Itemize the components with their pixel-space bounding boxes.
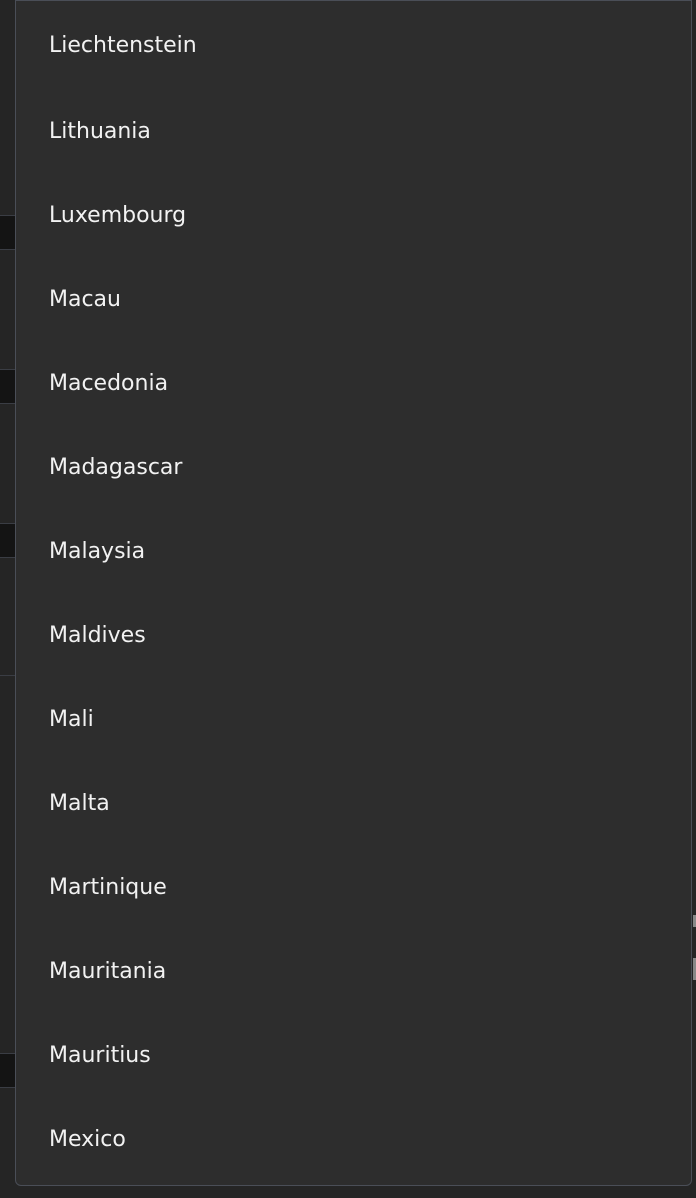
- dropdown-option-liechtenstein[interactable]: Liechtenstein: [16, 1, 691, 89]
- dropdown-option-maldives[interactable]: Maldives: [16, 593, 691, 677]
- dropdown-option-macedonia[interactable]: Macedonia: [16, 341, 691, 425]
- dropdown-option-lithuania[interactable]: Lithuania: [16, 89, 691, 173]
- dropdown-option-malaysia[interactable]: Malaysia: [16, 509, 691, 593]
- dropdown-option-macau[interactable]: Macau: [16, 257, 691, 341]
- background-field: [0, 369, 16, 404]
- dropdown-option-martinique[interactable]: Martinique: [16, 845, 691, 929]
- dropdown-option-madagascar[interactable]: Madagascar: [16, 425, 691, 509]
- dropdown-option-mali[interactable]: Mali: [16, 677, 691, 761]
- dropdown-option-malta[interactable]: Malta: [16, 761, 691, 845]
- background-field: [0, 1053, 16, 1088]
- background-field: [0, 523, 16, 558]
- dropdown-option-mauritius[interactable]: Mauritius: [16, 1013, 691, 1097]
- dropdown-option-mexico[interactable]: Mexico: [16, 1097, 691, 1181]
- background-field: [0, 215, 16, 250]
- country-dropdown-list[interactable]: Liechtenstein Lithuania Luxembourg Macau Mac…: [15, 0, 692, 1186]
- background-divider: [0, 675, 16, 676]
- dropdown-option-mauritania[interactable]: Mauritania: [16, 929, 691, 1013]
- dropdown-option-luxembourg[interactable]: Luxembourg: [16, 173, 691, 257]
